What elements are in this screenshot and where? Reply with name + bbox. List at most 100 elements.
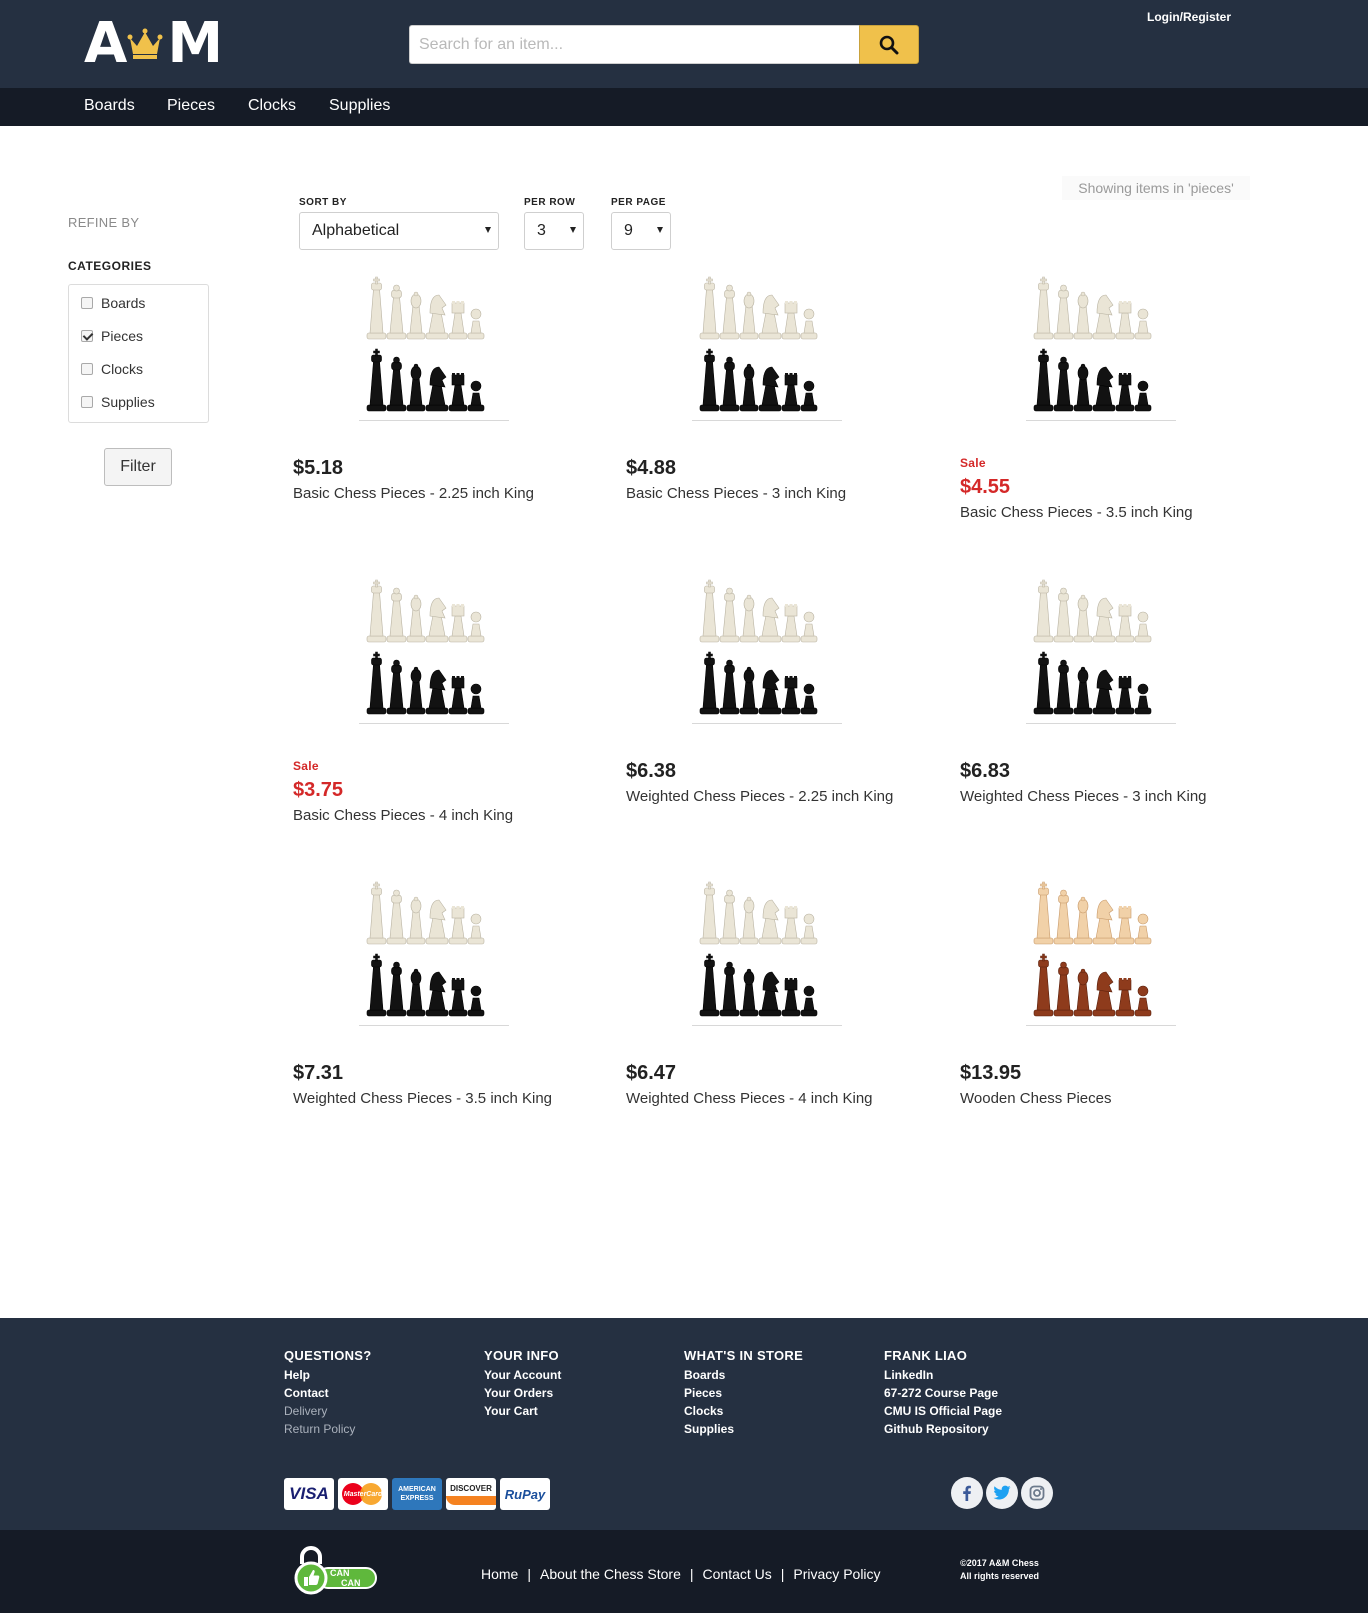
instagram-icon[interactable] <box>1021 1477 1053 1509</box>
categories-heading: CATEGORIES <box>68 259 152 273</box>
category-label: Boards <box>101 295 146 311</box>
top-header: A M Login/Register <box>0 0 1368 88</box>
bottom-link-about[interactable]: About the Chess Store <box>540 1566 681 1582</box>
search-bar <box>409 25 919 64</box>
filter-button[interactable]: Filter <box>104 448 172 486</box>
product-image[interactable] <box>359 876 509 1026</box>
bottom-link-privacy-policy[interactable]: Privacy Policy <box>793 1566 880 1582</box>
footer-link-boards[interactable]: Boards <box>684 1366 803 1384</box>
product-name[interactable]: Weighted Chess Pieces - 2.25 inch King <box>626 788 926 805</box>
footer-link-your-orders[interactable]: Your Orders <box>484 1384 561 1402</box>
category-option-supplies[interactable]: Supplies <box>81 394 155 410</box>
visa-logo: VISA <box>284 1478 334 1510</box>
site-logo[interactable]: A M <box>84 11 223 76</box>
product-image[interactable] <box>1026 876 1176 1026</box>
category-option-boards[interactable]: Boards <box>81 295 145 311</box>
main-nav: Boards Pieces Clocks Supplies <box>0 88 1368 126</box>
product-price: $6.47 <box>626 1062 677 1084</box>
logo-letter-m: M <box>167 11 223 76</box>
footer-link-delivery[interactable]: Delivery <box>284 1402 372 1420</box>
product-price: $4.55 <box>960 476 1011 498</box>
payment-methods: VISA MasterCard AMERICAN EXPRESS DISCOVE… <box>284 1478 550 1510</box>
product-price: $6.83 <box>960 760 1011 782</box>
footer-link-supplies[interactable]: Supplies <box>684 1420 803 1438</box>
per-page-select[interactable]: 9 <box>611 212 671 250</box>
category-label: Pieces <box>101 328 144 344</box>
product-name[interactable]: Basic Chess Pieces - 3 inch King <box>626 485 926 502</box>
product-image[interactable] <box>692 271 842 421</box>
category-checkbox-pieces[interactable] <box>81 330 93 342</box>
search-button[interactable] <box>859 25 919 64</box>
mastercard-logo: MasterCard <box>338 1478 388 1510</box>
product-name[interactable]: Wooden Chess Pieces <box>960 1090 1260 1107</box>
footer-link-clocks[interactable]: Clocks <box>684 1402 803 1420</box>
product-image[interactable] <box>359 574 509 724</box>
category-checkbox-clocks[interactable] <box>81 363 93 375</box>
footer-link-pieces[interactable]: Pieces <box>684 1384 803 1402</box>
product-image[interactable] <box>1026 271 1176 421</box>
product-price: $6.38 <box>626 760 677 782</box>
search-input[interactable] <box>409 25 859 64</box>
category-option-pieces[interactable]: Pieces <box>81 328 143 344</box>
product-info: Sale $3.75 Basic Chess Pieces - 4 inch Kin… <box>293 759 593 824</box>
facebook-icon[interactable] <box>951 1477 983 1509</box>
sort-by-select[interactable]: Alphabetical <box>299 212 499 250</box>
bottom-link-home[interactable]: Home <box>481 1566 518 1582</box>
nav-boards[interactable]: Boards <box>84 97 135 115</box>
crown-icon <box>127 28 163 59</box>
chevron-down-icon <box>657 227 663 233</box>
footer-link-course-page[interactable]: 67-272 Course Page <box>884 1384 1002 1402</box>
product-name[interactable]: Weighted Chess Pieces - 4 inch King <box>626 1090 926 1107</box>
footer-column-your-info: YOUR INFO Your Account Your Orders Your … <box>484 1348 561 1420</box>
bottom-links: Home | About the Chess Store | Contact U… <box>481 1566 881 1582</box>
footer-link-linkedin[interactable]: LinkedIn <box>884 1366 1002 1384</box>
footer-heading: FRANK LIAO <box>884 1348 968 1363</box>
twitter-icon[interactable] <box>986 1477 1018 1509</box>
product-price: $13.95 <box>960 1062 1022 1084</box>
product-info: $6.38 Weighted Chess Pieces - 2.25 inch K… <box>626 759 926 805</box>
badge-text-top: CAN <box>330 1568 350 1578</box>
logo-letter-a: A <box>84 11 127 76</box>
product-name[interactable]: Basic Chess Pieces - 3.5 inch King <box>960 504 1260 521</box>
category-checkbox-supplies[interactable] <box>81 396 93 408</box>
product-name[interactable]: Weighted Chess Pieces - 3 inch King <box>960 788 1260 805</box>
product-image[interactable] <box>1026 574 1176 724</box>
footer-link-contact[interactable]: Contact <box>284 1384 372 1402</box>
product-info: $7.31 Weighted Chess Pieces - 3.5 inch Ki… <box>293 1061 593 1107</box>
copyright-line-1: ©2017 A&M Chess <box>960 1558 1039 1568</box>
product-image[interactable] <box>692 574 842 724</box>
footer-column-questions: QUESTIONS? Help Contact Delivery Return … <box>284 1348 372 1438</box>
footer-link-your-cart[interactable]: Your Cart <box>484 1402 561 1420</box>
footer-link-return-policy[interactable]: Return Policy <box>284 1420 372 1438</box>
nav-clocks[interactable]: Clocks <box>248 97 296 115</box>
footer-heading: WHAT'S IN STORE <box>684 1348 804 1363</box>
product-name[interactable]: Weighted Chess Pieces - 3.5 inch King <box>293 1090 593 1107</box>
nav-supplies[interactable]: Supplies <box>329 97 390 115</box>
category-option-clocks[interactable]: Clocks <box>81 361 143 377</box>
site-footer: QUESTIONS? Help Contact Delivery Return … <box>0 1318 1368 1530</box>
product-price: $4.88 <box>626 457 677 479</box>
per-page-label: PER PAGE <box>611 197 666 208</box>
search-icon <box>879 35 899 54</box>
footer-link-your-account[interactable]: Your Account <box>484 1366 561 1384</box>
product-name[interactable]: Basic Chess Pieces - 2.25 inch King <box>293 485 593 502</box>
footer-column-frank-liao: FRANK LIAO LinkedIn 67-272 Course Page C… <box>884 1348 1002 1438</box>
login-register-link[interactable]: Login/Register <box>1147 10 1231 24</box>
product-image[interactable] <box>359 271 509 421</box>
product-image[interactable] <box>692 876 842 1026</box>
bottom-link-contact-us[interactable]: Contact Us <box>703 1566 772 1582</box>
product-name[interactable]: Basic Chess Pieces - 4 inch King <box>293 807 593 824</box>
footer-link-help[interactable]: Help <box>284 1366 372 1384</box>
category-label: Clocks <box>101 361 144 377</box>
footer-column-whats-in-store: WHAT'S IN STORE Boards Pieces Clocks Sup… <box>684 1348 803 1438</box>
footer-link-cmu-is-page[interactable]: CMU IS Official Page <box>884 1402 1002 1420</box>
category-filter-box: Boards Pieces Clocks Supplies <box>68 284 209 423</box>
per-row-select[interactable]: 3 <box>524 212 584 250</box>
sort-by-value: Alphabetical <box>312 222 400 239</box>
footer-link-github-repository[interactable]: Github Repository <box>884 1420 1002 1438</box>
nav-pieces[interactable]: Pieces <box>167 97 215 115</box>
chevron-down-icon <box>485 227 491 233</box>
product-info: $6.83 Weighted Chess Pieces - 3 inch King <box>960 759 1260 805</box>
per-row-value: 3 <box>537 222 546 239</box>
category-checkbox-boards[interactable] <box>81 297 93 309</box>
